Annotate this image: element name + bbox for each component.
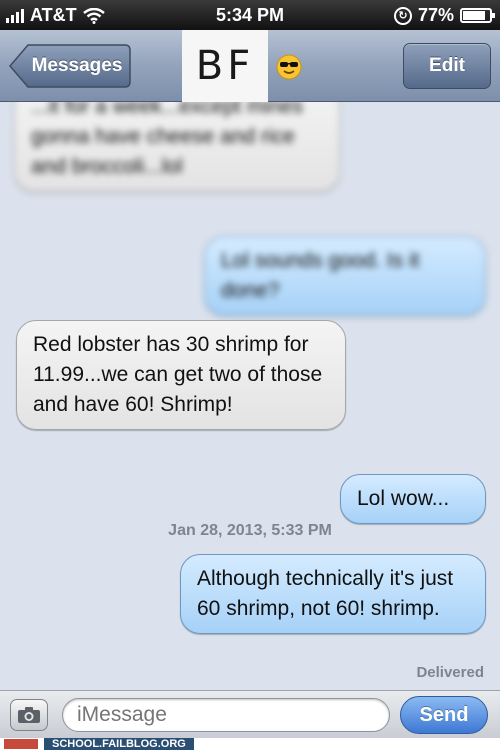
message-bubble-outgoing: Lol sounds good. Is it done? [204,236,486,316]
message-input[interactable] [62,698,390,732]
status-bar: AT&T 5:34 PM ↻ 77% [0,0,500,30]
camera-icon [18,707,40,723]
failblog-logo [4,739,38,749]
battery-percent: 77% [417,5,454,25]
message-text: Lol sounds good. Is it done? [221,249,420,302]
message-text: Although technically it's just 60 shrimp… [197,567,454,620]
send-button[interactable]: Send [400,696,488,734]
edit-button[interactable]: Edit [403,43,491,89]
conversation: ...it for a week...except mines gonna ha… [0,102,500,690]
message-text: Lol wow... [357,487,450,510]
input-bar: Send [0,690,500,738]
sunglasses-emoji-icon [276,54,302,80]
orientation-lock-icon: ↻ [393,6,412,25]
message-text: Red lobster has 30 shrimp for 11.99...we… [33,333,323,416]
camera-button[interactable] [10,699,48,731]
status-right: ↻ 77% [393,5,495,26]
message-bubble-incoming: ...it for a week...except mines gonna ha… [14,102,340,192]
message-text: ...it for a week...except mines gonna ha… [31,102,303,178]
message-timestamp: Jan 28, 2013, 5:33 PM [168,522,332,539]
message-bubble-incoming: Red lobster has 30 shrimp for 11.99...we… [16,320,346,430]
battery-icon [460,8,495,23]
contact-title: BF [182,30,268,102]
message-bubble-outgoing: Although technically it's just 60 shrimp… [180,554,486,634]
delivered-status: Delivered [416,664,484,681]
nav-bar: Messages BF Edit [0,30,500,102]
watermark-text: SCHOOL.FAILBLOG.ORG [44,738,194,750]
back-button-label: Messages [31,55,123,76]
messages-back-button[interactable]: Messages [8,43,132,89]
message-bubble-outgoing: Lol wow... [340,474,486,524]
